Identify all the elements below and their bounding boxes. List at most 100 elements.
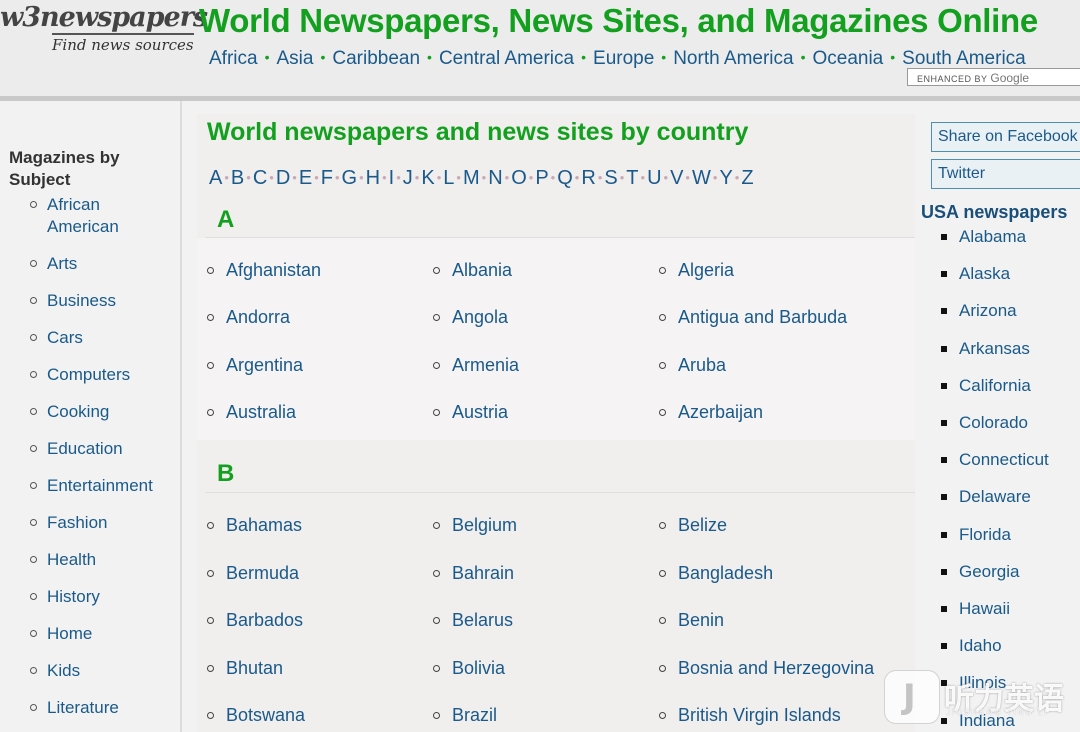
alpha-link-q[interactable]: Q: [557, 167, 573, 189]
state-link-idaho[interactable]: Idaho: [959, 635, 1002, 657]
alpha-link-i[interactable]: I: [389, 167, 395, 189]
bullet-icon: [30, 667, 37, 674]
country-link-azerbaijan[interactable]: Azerbaijan: [678, 401, 763, 423]
state-link-connecticut[interactable]: Connecticut: [959, 449, 1049, 471]
alpha-link-g[interactable]: G: [342, 167, 358, 189]
country-link-austria[interactable]: Austria: [452, 401, 508, 423]
state-link-alaska[interactable]: Alaska: [959, 263, 1010, 285]
country-link-benin[interactable]: Benin: [678, 609, 724, 631]
right-sidebar: Share on Facebook Twitter USA newspapers…: [916, 114, 1080, 732]
state-link-georgia[interactable]: Georgia: [959, 561, 1019, 583]
square-bullet-icon: [941, 420, 947, 426]
subject-link-cars[interactable]: Cars: [47, 327, 172, 349]
site-logo[interactable]: w3newspapers Find news sources: [0, 2, 208, 62]
alpha-separator: •: [334, 170, 340, 185]
region-link-south-america[interactable]: South America: [902, 48, 1026, 69]
alpha-link-n[interactable]: N: [488, 167, 502, 189]
state-link-california[interactable]: California: [959, 375, 1031, 397]
region-link-central-america[interactable]: Central America: [439, 48, 574, 69]
country-link-bermuda[interactable]: Bermuda: [226, 562, 299, 584]
country-link-aruba[interactable]: Aruba: [678, 354, 726, 376]
alpha-link-y[interactable]: Y: [719, 167, 732, 189]
country-link-barbados[interactable]: Barbados: [226, 609, 303, 631]
bullet-icon: [659, 712, 666, 719]
subject-link-home[interactable]: Home: [47, 623, 172, 645]
alpha-link-s[interactable]: S: [604, 167, 617, 189]
alpha-link-w[interactable]: W: [692, 167, 711, 189]
country-link-bolivia[interactable]: Bolivia: [452, 657, 505, 679]
country-link-brazil[interactable]: Brazil: [452, 704, 497, 726]
bullet-icon: [433, 267, 440, 274]
state-link-hawaii[interactable]: Hawaii: [959, 598, 1010, 620]
country-link-bhutan[interactable]: Bhutan: [226, 657, 283, 679]
subject-link-history[interactable]: History: [47, 586, 172, 608]
state-link-delaware[interactable]: Delaware: [959, 486, 1031, 508]
bullet-icon: [30, 408, 37, 415]
alpha-link-f[interactable]: F: [321, 167, 333, 189]
share-facebook-button[interactable]: Share on Facebook: [931, 122, 1080, 152]
subject-link-cooking[interactable]: Cooking: [47, 401, 172, 423]
country-link-armenia[interactable]: Armenia: [452, 354, 519, 376]
subject-link-education[interactable]: Education: [47, 438, 172, 460]
alpha-link-d[interactable]: D: [276, 167, 290, 189]
alpha-link-e[interactable]: E: [299, 167, 312, 189]
alpha-link-o[interactable]: O: [511, 167, 527, 189]
country-link-bosnia-and-herzegovina[interactable]: Bosnia and Herzegovina: [678, 657, 874, 679]
region-link-caribbean[interactable]: Caribbean: [332, 48, 420, 69]
region-link-europe[interactable]: Europe: [593, 48, 654, 69]
country-link-argentina[interactable]: Argentina: [226, 354, 303, 376]
subject-link-fashion[interactable]: Fashion: [47, 512, 172, 534]
country-link-bangladesh[interactable]: Bangladesh: [678, 562, 773, 584]
subject-link-computers[interactable]: Computers: [47, 364, 172, 386]
state-link-florida[interactable]: Florida: [959, 524, 1011, 546]
country-link-bahrain[interactable]: Bahrain: [452, 562, 514, 584]
country-link-algeria[interactable]: Algeria: [678, 259, 734, 281]
alpha-link-l[interactable]: L: [443, 167, 454, 189]
alpha-link-u[interactable]: U: [647, 167, 661, 189]
region-link-oceania[interactable]: Oceania: [812, 48, 883, 69]
state-link-arizona[interactable]: Arizona: [959, 300, 1017, 322]
subject-link-business[interactable]: Business: [47, 290, 172, 312]
subject-link-arts[interactable]: Arts: [47, 253, 172, 275]
country-link-antigua-and-barbuda[interactable]: Antigua and Barbuda: [678, 306, 847, 328]
alpha-link-a[interactable]: A: [209, 167, 222, 189]
subject-link-african-american[interactable]: African American: [47, 194, 172, 238]
alpha-link-k[interactable]: K: [421, 167, 434, 189]
state-link-arkansas[interactable]: Arkansas: [959, 338, 1030, 360]
subject-link-literature[interactable]: Literature: [47, 697, 172, 719]
google-search-input[interactable]: ENHANCED BY Google: [907, 68, 1080, 86]
subject-link-kids[interactable]: Kids: [47, 660, 172, 682]
country-link-angola[interactable]: Angola: [452, 306, 508, 328]
region-link-north-america[interactable]: North America: [673, 48, 793, 69]
alpha-link-t[interactable]: T: [626, 167, 638, 189]
country-link-belarus[interactable]: Belarus: [452, 609, 513, 631]
country-link-belize[interactable]: Belize: [678, 514, 727, 536]
region-link-asia[interactable]: Asia: [276, 48, 313, 69]
alpha-link-h[interactable]: H: [366, 167, 380, 189]
alpha-link-m[interactable]: M: [463, 167, 480, 189]
country-link-botswana[interactable]: Botswana: [226, 704, 305, 726]
bullet-icon: [30, 297, 37, 304]
subject-link-entertainment[interactable]: Entertainment: [47, 475, 172, 497]
region-link-africa[interactable]: Africa: [209, 48, 258, 69]
country-link-albania[interactable]: Albania: [452, 259, 512, 281]
alpha-link-j[interactable]: J: [403, 167, 413, 189]
share-twitter-button[interactable]: Twitter: [931, 159, 1080, 189]
state-link-colorado[interactable]: Colorado: [959, 412, 1028, 434]
state-link-alabama[interactable]: Alabama: [959, 226, 1026, 248]
alpha-link-p[interactable]: P: [535, 167, 548, 189]
square-bullet-icon: [941, 345, 947, 352]
country-link-australia[interactable]: Australia: [226, 401, 296, 423]
alpha-link-v[interactable]: V: [670, 167, 683, 189]
country-link-british-virgin-islands[interactable]: British Virgin Islands: [678, 704, 841, 726]
country-link-belgium[interactable]: Belgium: [452, 514, 517, 536]
bullet-icon: [30, 593, 37, 600]
country-link-andorra[interactable]: Andorra: [226, 306, 290, 328]
country-link-bahamas[interactable]: Bahamas: [226, 514, 302, 536]
alpha-link-c[interactable]: C: [253, 167, 267, 189]
alpha-link-b[interactable]: B: [231, 167, 244, 189]
country-link-afghanistan[interactable]: Afghanistan: [226, 259, 321, 281]
alpha-link-z[interactable]: Z: [741, 167, 753, 189]
subject-link-health[interactable]: Health: [47, 549, 172, 571]
alpha-link-r[interactable]: R: [581, 167, 595, 189]
